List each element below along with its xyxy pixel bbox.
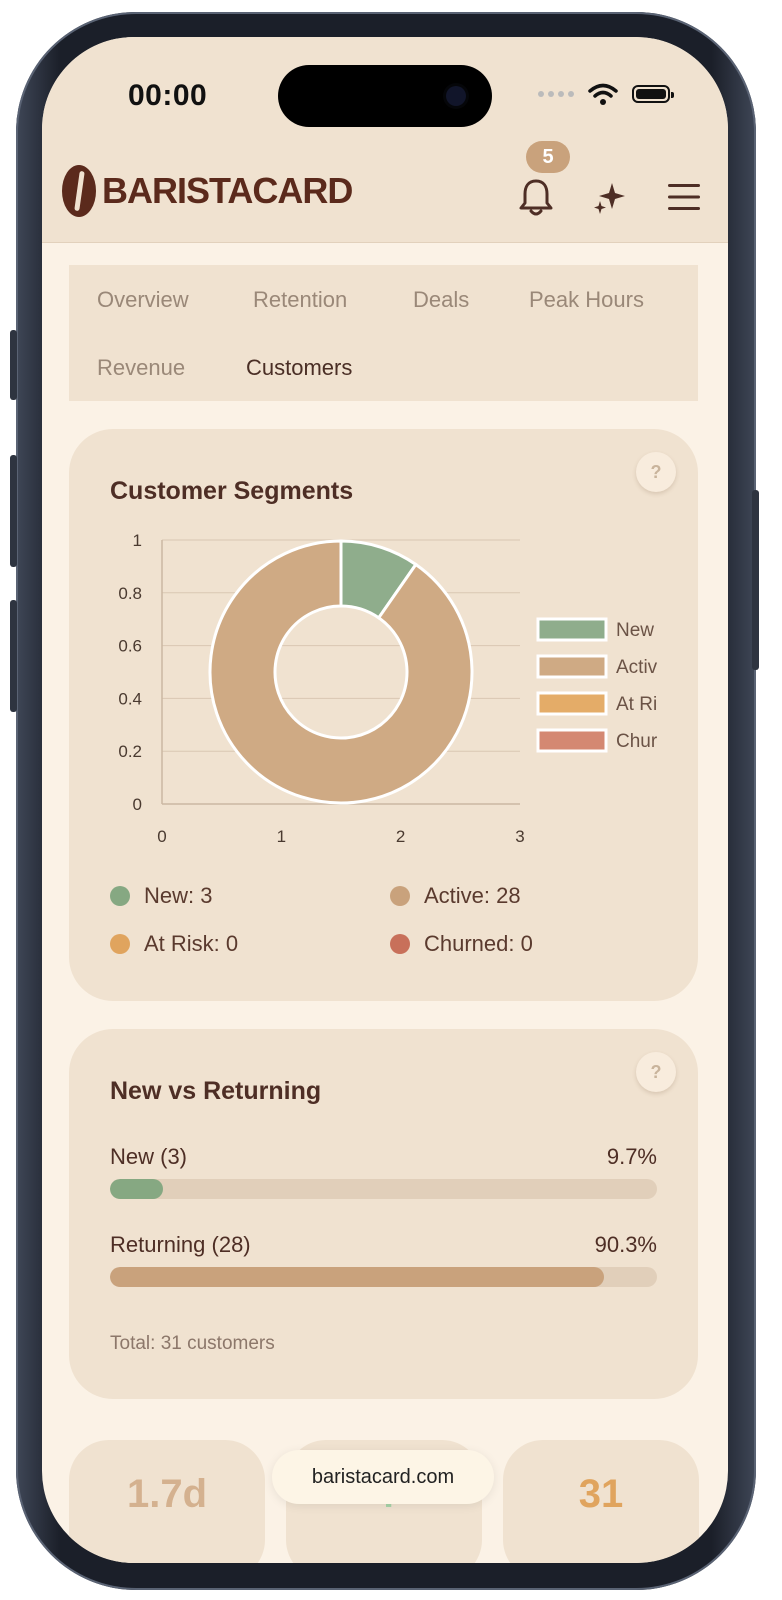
y-tick-label: 0	[133, 795, 142, 814]
legend-text: At Ri	[616, 694, 657, 715]
legend-label: Churned: 0	[424, 931, 533, 956]
power-button	[752, 490, 759, 670]
tab-bar: Overview Retention Deals Peak Hours Reve…	[69, 265, 698, 401]
volume-up-button	[10, 455, 17, 567]
notification-badge: 5	[526, 141, 570, 173]
x-tick-label: 1	[277, 827, 286, 846]
help-button[interactable]: ?	[636, 1052, 676, 1092]
cellular-signal-icon	[538, 91, 574, 97]
hamburger-menu-icon	[668, 184, 700, 210]
legend-dot	[110, 886, 130, 906]
wifi-icon	[588, 83, 618, 105]
legend-text: Chur	[616, 731, 658, 752]
legend-text: New	[616, 620, 654, 641]
card-title: New vs Returning	[110, 1077, 322, 1105]
y-tick-label: 0.4	[118, 689, 142, 708]
legend-label: New: 3	[144, 883, 213, 908]
returning-bar-label: Returning (28)	[110, 1232, 251, 1257]
logo-text: BARISTACARD	[102, 170, 353, 211]
returning-progress-fill	[110, 1267, 604, 1287]
tab-overview[interactable]: Overview	[97, 287, 189, 313]
stat-value: 31	[578, 1472, 624, 1516]
slice-active	[208, 539, 474, 805]
customer-segments-card: Customer Segments ? 0 0.2 0.4 0.6 0.8 1 0 1 2 3 Ne…	[69, 429, 698, 1001]
y-tick-label: 0.6	[118, 637, 142, 656]
total-customers: Total: 31 customers	[110, 1333, 275, 1354]
tab-peak-hours[interactable]: Peak Hours	[529, 287, 644, 313]
y-tick-label: 1	[133, 531, 142, 550]
stat-card-avg-days[interactable]: 1.7d	[69, 1440, 265, 1563]
menu-button[interactable]	[664, 177, 704, 217]
legend-label: Active: 28	[424, 883, 521, 908]
new-bar-percent: 9.7%	[606, 1144, 657, 1169]
logo[interactable]: BARISTACARD	[62, 165, 353, 217]
tab-revenue[interactable]: Revenue	[97, 355, 185, 381]
action-button	[10, 330, 17, 400]
legend-swatch	[536, 654, 608, 679]
legend-dot	[110, 934, 130, 954]
status-time: 00:00	[128, 79, 208, 112]
tab-customers[interactable]: Customers	[246, 355, 352, 381]
notifications-button[interactable]: 5	[516, 141, 570, 217]
legend-dot	[390, 886, 410, 906]
legend-text: Activ	[616, 657, 658, 678]
legend-swatch	[536, 617, 608, 642]
status-icons	[538, 83, 674, 105]
legend-swatch	[536, 691, 608, 716]
bell-icon	[519, 179, 553, 216]
sparkle-icon	[594, 183, 625, 214]
tab-retention[interactable]: Retention	[253, 287, 347, 313]
x-tick-label: 0	[157, 827, 166, 846]
card-title: Customer Segments	[110, 477, 354, 505]
legend-item-at-risk: At Risk: 0	[110, 931, 238, 957]
ai-sparkle-button[interactable]	[590, 177, 630, 217]
segments-chart: 0 0.2 0.4 0.6 0.8 1 0 1 2 3 New Activ At Ri Chur	[118, 531, 658, 846]
legend-dot	[390, 934, 410, 954]
stat-card-total[interactable]: 31	[503, 1440, 699, 1563]
returning-progress-bar	[110, 1267, 657, 1287]
volume-down-button	[10, 600, 17, 712]
stat-value: 1.7d	[126, 1472, 208, 1516]
x-tick-label: 2	[396, 827, 405, 846]
y-tick-label: 0.2	[118, 742, 142, 761]
new-progress-fill	[110, 1179, 164, 1199]
new-vs-returning-card: New vs Returning ? New (3) 9.7% Returnin…	[69, 1029, 698, 1399]
x-tick-label: 3	[515, 827, 524, 846]
legend-swatch	[536, 728, 608, 753]
new-bar-label: New (3)	[110, 1144, 188, 1169]
coffee-bean-icon	[62, 165, 96, 217]
y-tick-label: 0.8	[118, 584, 142, 603]
help-button[interactable]: ?	[636, 452, 676, 492]
legend-item-churned: Churned: 0	[390, 931, 533, 957]
tab-deals[interactable]: Deals	[413, 287, 469, 313]
battery-icon	[632, 85, 674, 103]
browser-url-bar[interactable]: baristacard.com	[272, 1450, 494, 1504]
returning-bar-percent: 90.3%	[594, 1232, 657, 1257]
new-progress-bar	[110, 1179, 657, 1199]
legend-item-new: New: 3	[110, 883, 212, 909]
dynamic-island	[278, 65, 492, 127]
legend-label: At Risk: 0	[144, 931, 239, 956]
legend-item-active: Active: 28	[390, 883, 521, 909]
screen: BARISTACARD 5 00:00 Overview Retention D…	[42, 37, 728, 1563]
